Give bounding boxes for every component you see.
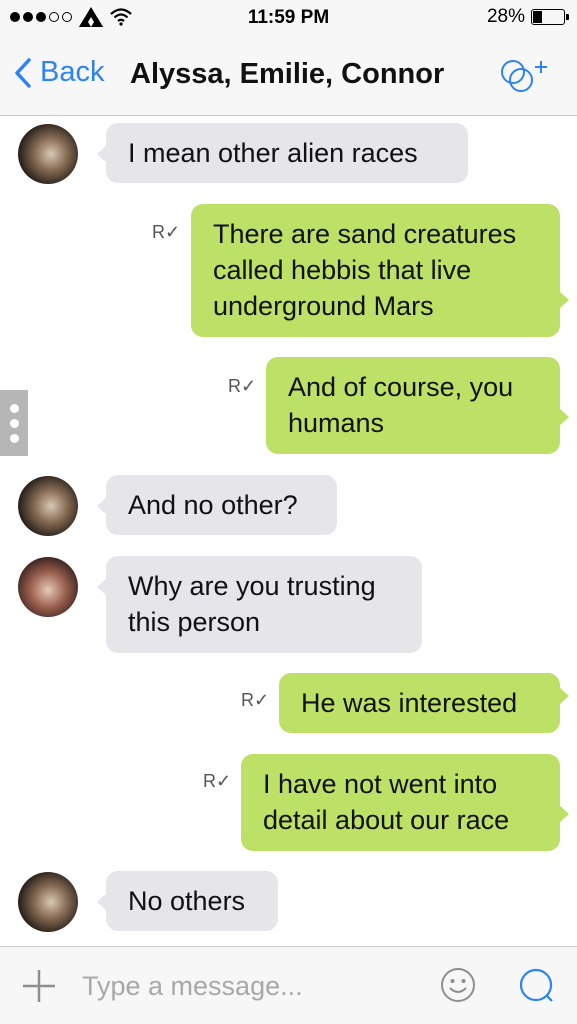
incoming-message-bubble[interactable]: No others [97, 871, 278, 931]
message-text: I mean other alien races [128, 138, 418, 168]
read-receipt-icon: R✓ [203, 771, 232, 791]
read-receipt-icon: R✓ [241, 690, 270, 710]
incoming-message-bubble[interactable]: Why are you trusting this person [97, 556, 422, 653]
message-text-line: There are sand creatures [213, 219, 517, 249]
message-text-line: And of course, you [288, 372, 514, 402]
battery-icon [531, 9, 569, 25]
message-composer: Type a message... [0, 946, 577, 1024]
incoming-message-bubble[interactable]: And no other? [97, 475, 337, 535]
outgoing-message-bubble[interactable]: He was interested [279, 673, 569, 733]
message-text: And no other? [128, 490, 298, 520]
avatar[interactable] [18, 476, 78, 536]
back-label: Back [40, 56, 105, 88]
side-drawer-handle[interactable] [0, 390, 28, 456]
message-text-line: I have not went into [263, 769, 498, 799]
outgoing-message-bubble[interactable]: I have not went into detail about our ra… [241, 754, 569, 851]
message-text: He was interested [301, 688, 518, 718]
add-participant-button[interactable] [499, 54, 551, 96]
outgoing-message-bubble[interactable]: And of course, you humans [266, 357, 569, 454]
message-text-line: this person [128, 607, 261, 637]
chevron-left-icon [15, 57, 31, 88]
avatar[interactable] [18, 557, 78, 617]
message-text: No others [128, 886, 246, 916]
message-text-line: humans [288, 408, 385, 438]
message-text-line: called hebbis that live [213, 255, 472, 285]
battery-area: 28% [486, 6, 569, 28]
message-text-line: underground Mars [213, 291, 434, 321]
message-text-line: detail about our race [263, 805, 510, 835]
outgoing-message-bubble[interactable]: There are sand creatures called hebbis t… [191, 204, 569, 337]
incoming-message-bubble[interactable]: I mean other alien races [97, 123, 468, 183]
back-button[interactable]: Back [14, 56, 104, 89]
read-receipt-icon: R✓ [228, 376, 257, 396]
plus-icon[interactable] [20, 967, 58, 1005]
message-text-line: Why are you trusting [128, 571, 376, 601]
navigation-bar: Back Alyssa, Emilie, Connor [0, 36, 577, 116]
avatar[interactable] [18, 872, 78, 932]
read-receipt-icon: R✓ [152, 222, 181, 242]
conversation-title: Alyssa, Emilie, Connor [130, 58, 445, 90]
chat-bubble-icon[interactable] [518, 967, 556, 1005]
battery-percent: 28% [486, 6, 525, 27]
status-bar: 11:59 PM 28% [0, 0, 577, 36]
emoji-icon[interactable] [440, 967, 476, 1003]
avatar[interactable] [18, 124, 78, 184]
message-input[interactable]: Type a message... [82, 971, 303, 1002]
